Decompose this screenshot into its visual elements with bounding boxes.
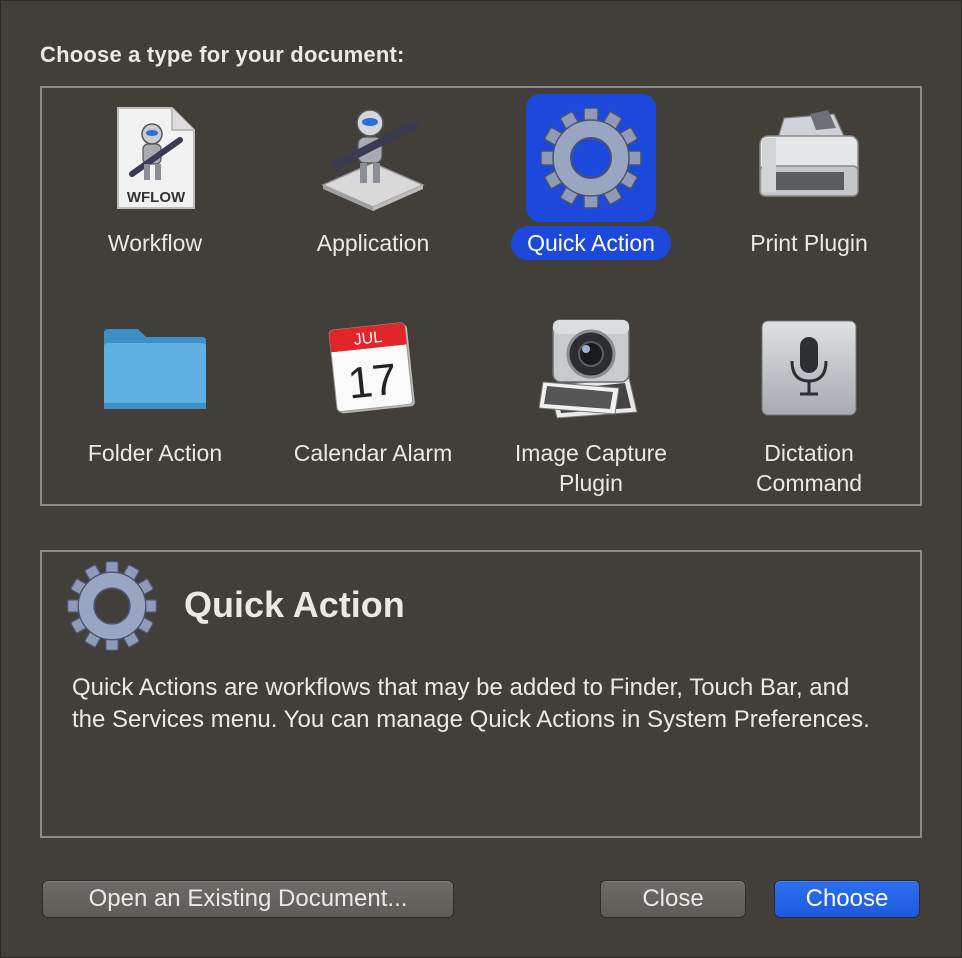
type-label-print-plugin: Print Plugin <box>750 230 868 256</box>
printer-icon <box>744 94 874 222</box>
description-title: Quick Action <box>184 584 405 625</box>
description-panel: Quick Action Quick Actions are workflows… <box>40 550 922 838</box>
folder-icon <box>90 304 220 432</box>
calendar-day-text: 17 <box>346 355 400 409</box>
type-label-image-capture-plugin: Image Capture Plugin <box>514 440 668 496</box>
type-label-quick-action: Quick Action <box>511 226 671 260</box>
document-type-grid: WFLOW Workflow Application Quick Action … <box>40 86 922 506</box>
type-application[interactable]: Application <box>264 94 482 294</box>
gear-icon <box>526 94 656 222</box>
type-image-capture-plugin[interactable]: Image Capture Plugin <box>482 304 700 504</box>
choose-button[interactable]: Choose <box>774 880 920 918</box>
workflow-document-icon: WFLOW <box>90 94 220 222</box>
type-label-dictation-command: Dictation Command <box>755 440 863 496</box>
camera-icon <box>526 304 656 432</box>
type-label-folder-action: Folder Action <box>87 440 223 466</box>
automator-robot-icon <box>308 94 438 222</box>
microphone-icon <box>744 304 874 432</box>
type-label-workflow: Workflow <box>107 230 203 256</box>
workflow-badge-text: WFLOW <box>127 189 186 206</box>
type-dictation-command[interactable]: Dictation Command <box>700 304 918 504</box>
type-quick-action[interactable]: Quick Action <box>482 94 700 294</box>
type-calendar-alarm[interactable]: JUL 17 Calendar Alarm <box>264 304 482 504</box>
description-text: Quick Actions are workflows that may be … <box>72 674 870 733</box>
type-workflow[interactable]: WFLOW Workflow <box>46 94 264 294</box>
type-label-application: Application <box>316 230 430 256</box>
type-label-calendar-alarm: Calendar Alarm <box>293 440 453 466</box>
type-folder-action[interactable]: Folder Action <box>46 304 264 504</box>
calendar-month-text: JUL <box>353 329 383 349</box>
calendar-icon: JUL 17 <box>308 304 438 432</box>
gear-icon <box>64 558 160 654</box>
close-button[interactable]: Close <box>600 880 746 918</box>
prompt-label: Choose a type for your document: <box>40 42 405 67</box>
open-existing-document-button[interactable]: Open an Existing Document... <box>42 880 454 918</box>
type-print-plugin[interactable]: Print Plugin <box>700 94 918 294</box>
